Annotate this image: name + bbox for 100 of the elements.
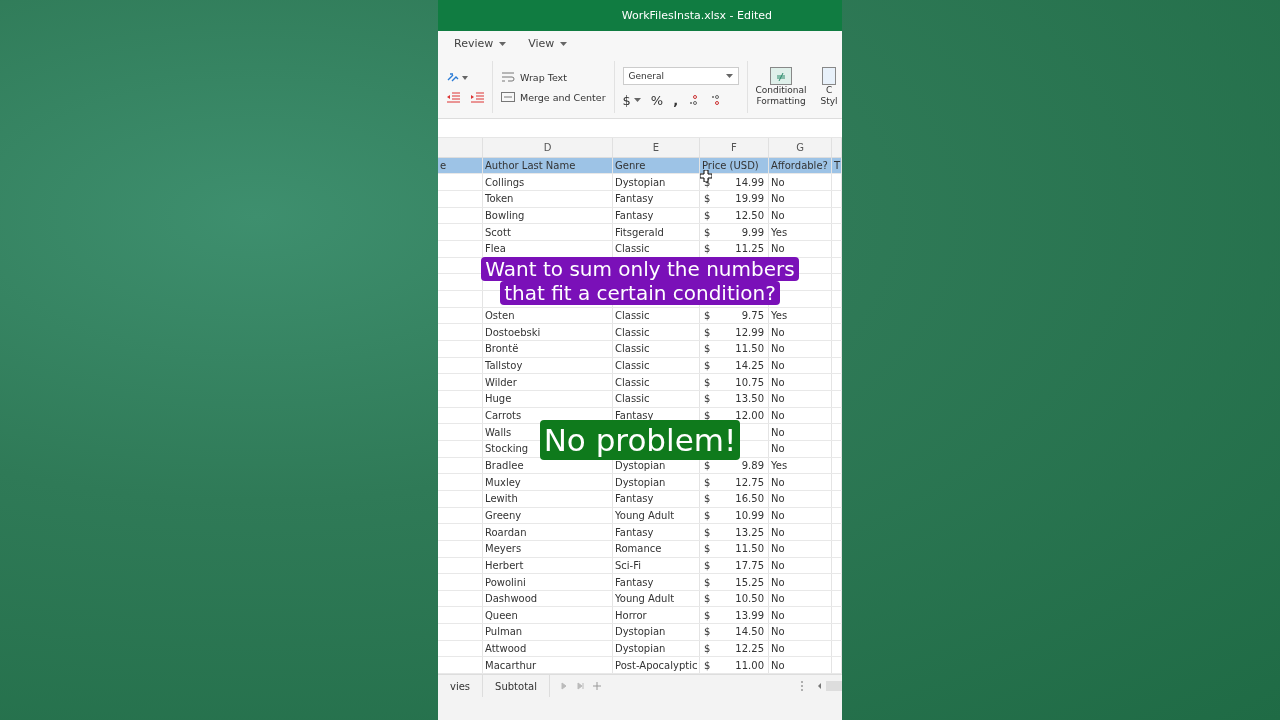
wrap-text-button[interactable]: Wrap Text [501,71,606,83]
table-cell: Fitsgerald [613,224,700,241]
table-cell: Young Adult [613,590,700,607]
caption-text: that fit a certain condition? [500,281,780,305]
header-cell: T [832,157,842,174]
table-cell: Wilder [483,374,613,390]
table-cell: No [769,241,832,257]
table-cell: 12.25 [735,643,764,655]
table-cell: Powolini [483,574,613,590]
table-cell: Bowling [483,207,613,224]
currency-sign: $ [704,343,711,355]
table-cell: Huge [483,390,613,407]
table-cell: Dostoebski [483,324,613,340]
table-cell: 11.50 [735,343,764,355]
table-cell: Dashwood [483,590,613,607]
currency-sign: $ [704,476,711,488]
table-cell: Post-Apocalyptic [613,657,700,674]
table-cell: Classic [613,374,700,390]
table-cell: Yes [769,307,832,324]
table-cell: Classic [613,357,700,374]
table-cell: 13.50 [735,393,764,405]
table-cell: Pulman [483,624,613,640]
currency-sign: $ [704,409,711,421]
table-cell: Fantasy [613,191,700,207]
table-cell: Classic [613,241,700,257]
table-cell: No [769,557,832,574]
header-cell: Affordable? [769,157,832,174]
table-cell: 9.75 [741,310,764,321]
table-cell: Romance [613,540,700,557]
currency-sign: $ [704,210,711,222]
currency-sign: $ [704,576,711,588]
table-cell: Horror [613,607,700,624]
table-cell: No [769,357,832,374]
table-cell: No [769,490,832,507]
currency-sign: $ [704,393,711,405]
table-cell: No [769,440,832,457]
table-cell: No [769,207,832,224]
table-cell: 14.50 [735,626,764,638]
table-cell: Attwood [483,640,613,657]
column-header[interactable]: G [769,138,832,157]
currency-sign: $ [704,326,711,338]
table-cell: 12.50 [735,210,764,222]
table-cell: Yes [769,224,832,241]
table-cell: 13.99 [735,609,764,621]
table-cell: No [769,590,832,607]
table-cell: No [769,540,832,557]
table-cell: Dystopian [613,474,700,490]
table-cell: 12.00 [735,409,764,421]
table-cell: No [769,374,832,390]
table-cell: Token [483,191,613,207]
menu-tab[interactable]: View [528,37,568,50]
currency-sign: $ [704,243,711,255]
header-cell: Author Last Name [483,157,613,174]
table-cell: 10.75 [735,376,764,388]
table-cell: Classic [613,324,700,340]
table-cell: No [769,341,832,357]
table-cell: No [769,507,832,524]
table-cell: Herbert [483,557,613,574]
table-cell: 9.89 [741,459,764,471]
table-cell: 13.25 [735,526,764,538]
currency-sign: $ [704,509,711,521]
table-cell: Flea [483,241,613,257]
table-cell: 12.99 [735,326,764,338]
column-header[interactable]: D [483,138,613,157]
table-cell: Yes [769,457,832,474]
table-cell: 9.99 [741,226,764,238]
header-cell: e [438,157,483,174]
percent-button[interactable]: % [650,92,664,108]
column-header[interactable]: F [700,138,769,157]
table-cell: No [769,174,832,191]
table-cell: 19.99 [735,193,764,205]
table-cell: 11.25 [735,243,764,255]
table-cell: No [769,191,832,207]
header-cell: Genre [613,157,700,174]
currency-sign: $ [704,359,711,371]
column-header[interactable]: E [613,138,700,157]
currency-sign: $ [704,609,711,621]
table-cell: 12.75 [735,476,764,488]
table-cell: Classic [613,390,700,407]
table-cell: No [769,524,832,540]
comma-button[interactable]: , [673,92,679,108]
window-title: WorkFilesInsta.xlsx - Edited [621,9,772,22]
table-cell: 16.50 [735,493,764,505]
table-cell: Lewith [483,490,613,507]
table-cell: No [769,390,832,407]
currency-sign: $ [704,593,711,605]
table-cell: 15.25 [735,576,764,588]
cell-styles-button[interactable]: C Styl [820,67,838,107]
table-cell: Fantasy [613,524,700,540]
table-cell: No [769,657,832,674]
merge-button[interactable]: Merge and Center [501,91,606,103]
table-cell: Tallstoy [483,357,613,374]
table-cell: Classic [613,341,700,357]
conditional-formatting-button[interactable]: Conditional Formatting [755,67,807,107]
currency-button[interactable]: $ [622,92,641,108]
currency-sign: $ [704,559,711,571]
table-cell: Brontë [483,341,613,357]
number-format-dropdown[interactable]: General [622,66,739,85]
table-cell: Muxley [483,474,613,490]
menu-tab[interactable]: Review [454,37,507,50]
